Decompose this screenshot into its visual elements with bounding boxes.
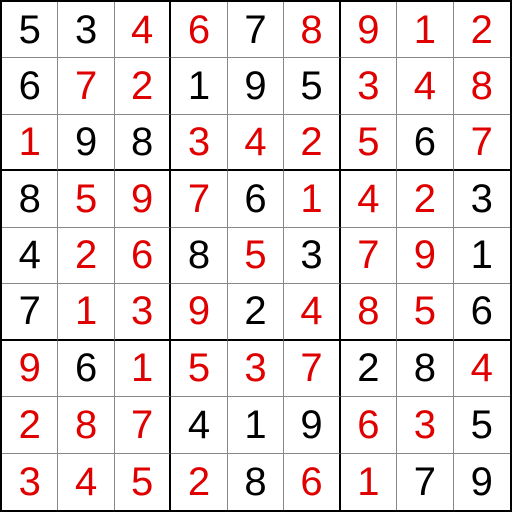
cell-r5-c8[interactable]: 9 xyxy=(397,228,453,284)
cell-r8-c8[interactable]: 3 xyxy=(397,397,453,453)
cell-r4-c8[interactable]: 2 xyxy=(397,171,453,227)
cell-r5-c2[interactable]: 2 xyxy=(58,228,114,284)
cell-r6-c8[interactable]: 5 xyxy=(397,284,453,340)
cell-r7-c6[interactable]: 7 xyxy=(284,341,340,397)
cell-r7-c7[interactable]: 2 xyxy=(341,341,397,397)
cell-r8-c3[interactable]: 7 xyxy=(115,397,171,453)
cell-r9-c5[interactable]: 8 xyxy=(228,454,284,510)
cell-r2-c1[interactable]: 6 xyxy=(2,58,58,114)
cell-r9-c9[interactable]: 9 xyxy=(454,454,510,510)
cell-r6-c5[interactable]: 2 xyxy=(228,284,284,340)
cell-r3-c9[interactable]: 7 xyxy=(454,115,510,171)
cell-r9-c3[interactable]: 5 xyxy=(115,454,171,510)
cell-r4-c2[interactable]: 5 xyxy=(58,171,114,227)
cell-r7-c8[interactable]: 8 xyxy=(397,341,453,397)
cell-r2-c2[interactable]: 7 xyxy=(58,58,114,114)
cell-r1-c1[interactable]: 5 xyxy=(2,2,58,58)
cell-r6-c3[interactable]: 3 xyxy=(115,284,171,340)
cell-r2-c9[interactable]: 8 xyxy=(454,58,510,114)
cell-r5-c3[interactable]: 6 xyxy=(115,228,171,284)
cell-r5-c7[interactable]: 7 xyxy=(341,228,397,284)
cell-r8-c7[interactable]: 6 xyxy=(341,397,397,453)
cell-r7-c2[interactable]: 6 xyxy=(58,341,114,397)
cell-r7-c1[interactable]: 9 xyxy=(2,341,58,397)
cell-r8-c6[interactable]: 9 xyxy=(284,397,340,453)
cell-r7-c9[interactable]: 4 xyxy=(454,341,510,397)
cell-r1-c5[interactable]: 7 xyxy=(228,2,284,58)
cell-r6-c7[interactable]: 8 xyxy=(341,284,397,340)
cell-r9-c1[interactable]: 3 xyxy=(2,454,58,510)
cell-r2-c7[interactable]: 3 xyxy=(341,58,397,114)
cell-r2-c4[interactable]: 1 xyxy=(171,58,227,114)
cell-r5-c9[interactable]: 1 xyxy=(454,228,510,284)
cell-r6-c4[interactable]: 9 xyxy=(171,284,227,340)
cell-r3-c1[interactable]: 1 xyxy=(2,115,58,171)
cell-r4-c3[interactable]: 9 xyxy=(115,171,171,227)
cell-r3-c7[interactable]: 5 xyxy=(341,115,397,171)
cell-r2-c8[interactable]: 4 xyxy=(397,58,453,114)
cell-r3-c8[interactable]: 6 xyxy=(397,115,453,171)
cell-r3-c5[interactable]: 4 xyxy=(228,115,284,171)
cell-r3-c3[interactable]: 8 xyxy=(115,115,171,171)
cell-r9-c2[interactable]: 4 xyxy=(58,454,114,510)
cell-r4-c4[interactable]: 7 xyxy=(171,171,227,227)
cell-r1-c4[interactable]: 6 xyxy=(171,2,227,58)
cell-r4-c1[interactable]: 8 xyxy=(2,171,58,227)
cell-r9-c7[interactable]: 1 xyxy=(341,454,397,510)
cell-r8-c2[interactable]: 8 xyxy=(58,397,114,453)
cell-r7-c3[interactable]: 1 xyxy=(115,341,171,397)
cell-r2-c3[interactable]: 2 xyxy=(115,58,171,114)
cell-r9-c4[interactable]: 2 xyxy=(171,454,227,510)
cell-r6-c1[interactable]: 7 xyxy=(2,284,58,340)
cell-r1-c3[interactable]: 4 xyxy=(115,2,171,58)
cell-r5-c4[interactable]: 8 xyxy=(171,228,227,284)
cell-r3-c6[interactable]: 2 xyxy=(284,115,340,171)
cell-r4-c9[interactable]: 3 xyxy=(454,171,510,227)
cell-r6-c2[interactable]: 1 xyxy=(58,284,114,340)
cell-r3-c2[interactable]: 9 xyxy=(58,115,114,171)
cell-r6-c9[interactable]: 6 xyxy=(454,284,510,340)
cell-r5-c5[interactable]: 5 xyxy=(228,228,284,284)
cell-r2-c5[interactable]: 9 xyxy=(228,58,284,114)
cell-r9-c8[interactable]: 7 xyxy=(397,454,453,510)
cell-r5-c6[interactable]: 3 xyxy=(284,228,340,284)
cell-r4-c6[interactable]: 1 xyxy=(284,171,340,227)
cell-r1-c9[interactable]: 2 xyxy=(454,2,510,58)
cell-r8-c9[interactable]: 5 xyxy=(454,397,510,453)
cell-r6-c6[interactable]: 4 xyxy=(284,284,340,340)
cell-r5-c1[interactable]: 4 xyxy=(2,228,58,284)
cell-r4-c5[interactable]: 6 xyxy=(228,171,284,227)
cell-r7-c5[interactable]: 3 xyxy=(228,341,284,397)
cell-r2-c6[interactable]: 5 xyxy=(284,58,340,114)
sudoku-grid: 5346789126721953481983425678597614234268… xyxy=(0,0,512,512)
cell-r1-c7[interactable]: 9 xyxy=(341,2,397,58)
cell-r8-c1[interactable]: 2 xyxy=(2,397,58,453)
cell-r8-c5[interactable]: 1 xyxy=(228,397,284,453)
cell-r3-c4[interactable]: 3 xyxy=(171,115,227,171)
cell-r1-c8[interactable]: 1 xyxy=(397,2,453,58)
cell-r1-c2[interactable]: 3 xyxy=(58,2,114,58)
cell-r7-c4[interactable]: 5 xyxy=(171,341,227,397)
cell-r1-c6[interactable]: 8 xyxy=(284,2,340,58)
cell-r8-c4[interactable]: 4 xyxy=(171,397,227,453)
cell-r4-c7[interactable]: 4 xyxy=(341,171,397,227)
cell-r9-c6[interactable]: 6 xyxy=(284,454,340,510)
